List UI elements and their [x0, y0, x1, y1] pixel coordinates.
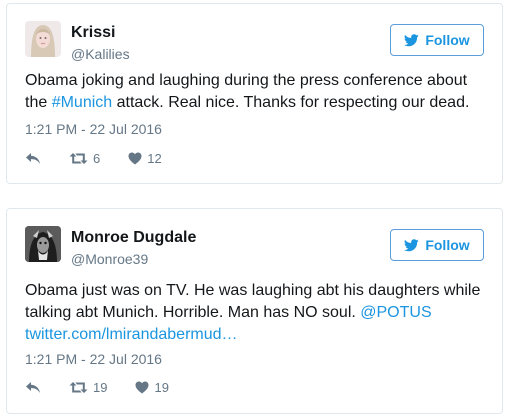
author-handle[interactable]: @Monroe39 [71, 251, 148, 267]
tweet-actions: 6 12 [25, 149, 190, 167]
tweet-text-segment: attack. Real nice. Thanks for respecting… [112, 94, 470, 111]
follow-button[interactable]: Follow [390, 24, 484, 56]
retweet-button[interactable]: 19 [69, 380, 107, 395]
twitter-bird-icon [404, 33, 420, 46]
author-name[interactable]: Krissi [71, 24, 115, 42]
avatar[interactable] [25, 21, 61, 57]
tweet-timestamp[interactable]: 1:21 PM - 22 Jul 2016 [25, 121, 162, 137]
follow-button[interactable]: Follow [390, 229, 484, 261]
tweet-timestamp[interactable]: 1:21 PM - 22 Jul 2016 [25, 351, 162, 367]
heart-icon [128, 152, 142, 164]
retweet-icon [69, 381, 88, 393]
tweet-text: Obama joking and laughing during the pre… [25, 70, 488, 114]
like-button[interactable]: 19 [135, 379, 169, 395]
heart-icon [135, 381, 149, 393]
tweet-actions: 19 19 [25, 378, 197, 396]
like-count: 12 [147, 150, 162, 166]
tweet-card: Krissi @Kalilies Follow Obama joking and… [6, 3, 503, 184]
retweet-icon [69, 152, 88, 164]
like-count: 19 [154, 379, 169, 395]
hashtag-link[interactable]: #Munich [52, 94, 112, 111]
reply-button[interactable] [25, 381, 41, 394]
retweet-count: 19 [93, 379, 108, 395]
twitter-bird-icon [404, 238, 420, 251]
follow-label: Follow [425, 237, 470, 253]
author-handle[interactable]: @Kalilies [71, 46, 130, 62]
retweet-count: 6 [93, 150, 101, 166]
mention-link[interactable]: @POTUS [360, 304, 431, 321]
tweet-text: Obama just was on TV. He was laughing ab… [25, 280, 488, 346]
url-link[interactable]: twitter.com/lmirandabermud… [25, 326, 238, 343]
reply-button[interactable] [25, 152, 41, 165]
like-button[interactable]: 12 [128, 150, 162, 166]
tweet-card: Monroe Dugdale @Monroe39 Follow Obama ju… [6, 208, 503, 414]
avatar[interactable] [25, 226, 61, 262]
follow-label: Follow [425, 32, 470, 48]
author-name[interactable]: Monroe Dugdale [71, 229, 196, 247]
retweet-button[interactable]: 6 [69, 151, 100, 166]
reply-icon [26, 152, 40, 164]
reply-icon [26, 381, 40, 393]
